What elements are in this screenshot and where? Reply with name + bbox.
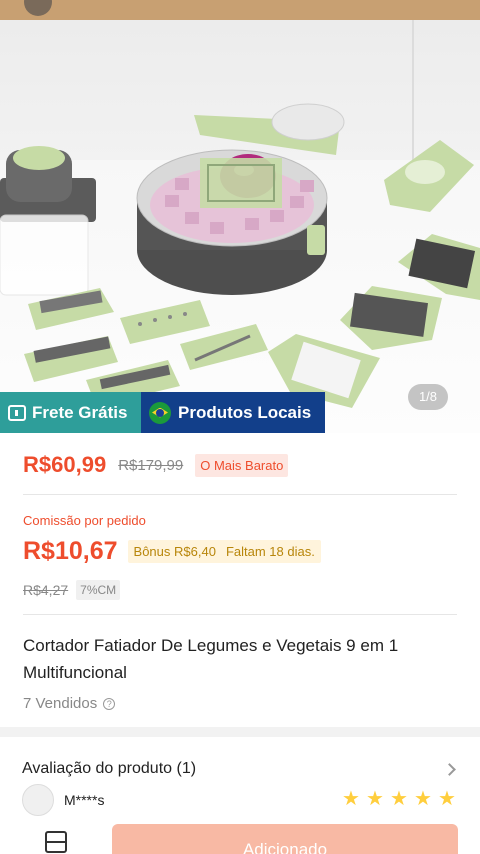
product-badges: Frete Grátis Produtos Locais [0,392,325,433]
divider [23,614,457,615]
star-icon: ★ [366,788,384,810]
rating-stars: ★ ★ ★ ★ ★ [342,789,458,809]
star-icon: ★ [414,788,432,810]
price-row: R$60,99 R$179,99 O Mais Barato [23,452,289,478]
divider [23,494,457,495]
reviewer-name: M****s [64,792,105,808]
current-price: R$60,99 [23,452,107,477]
sold-count-row: 7 Vendidos ? [23,695,116,712]
sold-count: 7 Vendidos [23,695,98,712]
local-products-badge: Produtos Locais [141,392,325,433]
free-shipping-label: Frete Grátis [32,402,128,422]
product-image-carousel[interactable]: 1/8 [0,0,480,433]
review-title: Avaliação do produto (1) [22,760,197,777]
store-icon[interactable] [45,831,67,853]
cheapest-tag: O Mais Barato [195,453,289,477]
bonus-tag: Bônus R$6,40 Faltam 18 dias. [127,540,321,563]
add-button[interactable]: Adicionado [112,824,458,854]
commission-label: Comissão por pedido [23,513,146,528]
info-icon[interactable]: ? [103,697,116,710]
bonus-amount: Bônus R$6,40 [133,544,216,559]
free-shipping-badge: Frete Grátis [0,392,141,433]
commission-rate-tag: 7%CM [76,580,121,600]
chevron-right-icon[interactable] [443,762,456,776]
product-title: Cortador Fatiador De Legumes e Vegetais … [23,636,399,682]
section-separator [0,727,480,737]
bottom-action-bar: Adicionado [0,818,480,854]
local-products-label: Produtos Locais [178,402,312,422]
original-price: R$179,99 [118,456,184,474]
star-icon: ★ [390,788,408,810]
reviewer: M****s [22,784,104,816]
commission-old-row: R$4,27 7%CM [23,580,121,600]
star-icon: ★ [438,788,456,810]
brazil-flag-icon [149,401,171,424]
bonus-remaining: Faltam 18 dias. [225,544,315,559]
commission-amount: R$10,67 [23,537,118,565]
avatar [22,784,54,816]
review-header[interactable]: Avaliação do produto (1) [22,760,458,778]
product-illustration [0,103,480,408]
commission-row: R$10,67 Bônus R$6,40 Faltam 18 dias. [23,537,321,566]
image-counter: 1/8 [408,384,448,410]
ticket-icon [8,404,26,421]
star-icon: ★ [342,788,360,810]
old-commission: R$4,27 [23,582,69,598]
